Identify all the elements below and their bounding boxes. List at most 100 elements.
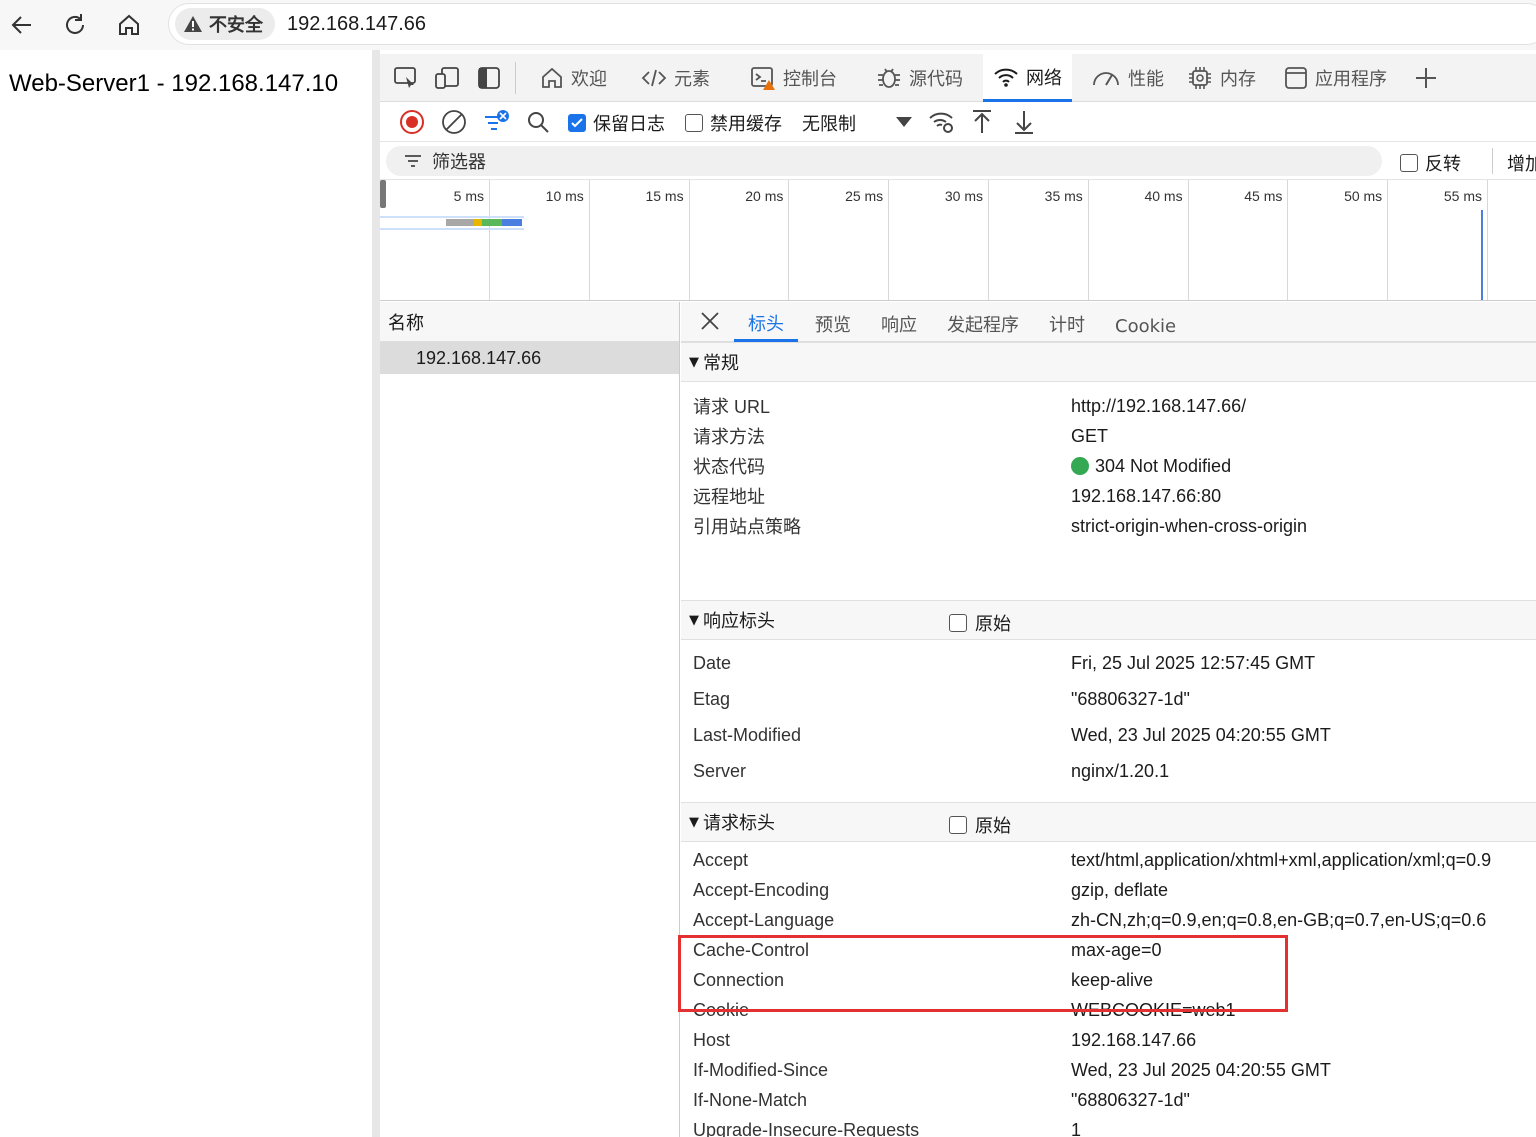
header-value[interactable]: 1 [1071,1120,1081,1137]
preserve-log-checkbox[interactable]: 保留日志 [568,110,665,136]
device-icon [435,67,459,89]
clear-button[interactable] [440,108,468,136]
tab-performance[interactable]: 性能 [1081,54,1174,102]
header-row: Accept-Encoding gzip, deflate [693,875,1168,905]
more-filters-button[interactable]: 增加 [1507,150,1536,176]
header-value[interactable]: keep-alive [1071,970,1153,991]
security-indicator[interactable]: 不安全 [175,8,275,40]
header-row: 请求方法 GET [693,421,1108,451]
network-conditions-button[interactable] [928,108,956,136]
request-raw-checkbox[interactable]: 原始 [949,812,1011,838]
waterfall-ttfb-bar [482,219,502,226]
timeline-gridline [489,180,490,300]
header-value[interactable]: gzip, deflate [1071,880,1168,901]
name-column-header[interactable]: 名称 [380,302,679,342]
header-value[interactable]: Wed, 23 Jul 2025 04:20:55 GMT [1071,1060,1331,1081]
detail-tab-bar: 标头 预览 响应 发起程序 计时 Cookie [681,302,1536,342]
timeline-tick-label: 45 ms [1244,188,1283,204]
export-har-button[interactable] [1010,108,1038,136]
wifi-icon [994,68,1018,87]
timeline-tick-label: 50 ms [1344,188,1383,204]
header-value[interactable]: nginx/1.20.1 [1071,761,1169,782]
disable-cache-checkbox[interactable]: 禁用缓存 [685,110,782,136]
header-row: Etag "68806327-1d" [693,684,1190,714]
header-value[interactable]: Fri, 25 Jul 2025 12:57:45 GMT [1071,653,1315,674]
filter-icon [485,110,509,130]
header-value[interactable]: 192.168.147.66:80 [1071,486,1221,507]
checkbox-unchecked[interactable] [949,816,967,834]
timeline-tick-label: 20 ms [745,188,784,204]
code-icon [641,69,667,87]
request-row[interactable]: 192.168.147.66 [380,342,679,374]
timeline-tick-label: 35 ms [1044,188,1083,204]
back-button[interactable] [4,7,40,43]
search-button[interactable] [524,108,552,136]
header-value[interactable]: "68806327-1d" [1071,1090,1190,1111]
tab-network[interactable]: 网络 [983,54,1072,102]
header-row: 请求 URL http://192.168.147.66/ [693,391,1246,421]
header-value[interactable]: GET [1071,426,1108,447]
checkbox-unchecked[interactable] [685,114,703,132]
device-emulation-button[interactable] [433,64,461,92]
header-value[interactable]: max-age=0 [1071,940,1162,961]
web-page: Web-Server1 - 192.168.147.10 [0,50,372,1137]
general-section-header[interactable]: ▼ 常规 [681,342,1536,382]
header-value[interactable]: 192.168.147.66 [1071,1030,1196,1051]
download-icon [1015,111,1033,134]
checkbox-unchecked[interactable] [949,614,967,632]
tab-elements[interactable]: 元素 [631,54,720,102]
tab-sources[interactable]: 源代码 [866,54,973,102]
address-bar[interactable]: 不安全 192.168.147.66 [168,3,1536,45]
more-tabs-button[interactable] [1412,64,1440,92]
throttling-dropdown[interactable] [890,108,918,136]
tab-response[interactable]: 响应 [881,302,917,342]
record-button[interactable] [398,108,426,136]
header-value[interactable]: strict-origin-when-cross-origin [1071,516,1307,537]
home-icon [119,14,139,35]
tab-welcome[interactable]: 欢迎 [530,54,617,102]
header-key: Host [693,1029,731,1050]
tab-headers[interactable]: 标头 [734,302,798,342]
filter-toggle-button[interactable] [482,108,510,136]
response-raw-checkbox[interactable]: 原始 [949,610,1011,636]
tab-preview[interactable]: 预览 [815,302,851,342]
header-value[interactable]: WEBCOOKIE=web1 [1071,1000,1236,1021]
tab-initiator[interactable]: 发起程序 [947,302,1019,342]
tab-timing[interactable]: 计时 [1049,302,1085,342]
header-value[interactable]: "68806327-1d" [1071,689,1190,710]
tab-memory[interactable]: 内存 [1177,54,1266,102]
header-value[interactable]: text/html,application/xhtml+xml,applicat… [1071,850,1491,871]
reload-button[interactable] [57,7,93,43]
header-value[interactable]: 304 Not Modified [1095,456,1231,477]
header-value[interactable]: http://192.168.147.66/ [1071,396,1246,417]
inspect-element-button[interactable] [392,64,420,92]
response-headers-section-header[interactable]: ▼ 响应标头 原始 [681,600,1536,640]
console-icon [751,67,775,90]
tab-cookies[interactable]: Cookie [1115,302,1176,342]
request-headers-section-header[interactable]: ▼ 请求标头 原始 [681,802,1536,842]
checkbox-unchecked[interactable] [1400,154,1418,172]
filter-input[interactable]: 筛选器 [386,146,1382,176]
import-har-button[interactable] [968,108,996,136]
tab-application[interactable]: 应用程序 [1274,54,1397,102]
close-details-button[interactable] [699,310,721,336]
timeline-gridline [688,180,690,300]
home-button[interactable] [111,7,147,43]
throttling-select[interactable]: 无限制 [802,110,856,136]
header-value[interactable]: zh-CN,zh;q=0.9,en;q=0.8,en-GB;q=0.7,en-U… [1071,910,1486,931]
invert-checkbox[interactable]: 反转 [1400,150,1461,176]
checkbox-checked[interactable] [568,114,586,132]
url-text[interactable]: 192.168.147.66 [287,13,426,36]
dock-side-button[interactable] [475,64,503,92]
header-row: If-None-Match "68806327-1d" [693,1085,1190,1115]
header-key: Accept-Encoding [693,879,830,900]
header-row: Connection keep-alive [693,965,1153,995]
timeline-handle[interactable] [380,180,386,208]
timeline-tick-label: 5 ms [453,188,484,204]
header-row: Host 192.168.147.66 [693,1025,1196,1055]
timeline-gridline [1487,180,1488,300]
header-value[interactable]: Wed, 23 Jul 2025 04:20:55 GMT [1071,725,1331,746]
load-event-line [1481,210,1483,300]
filter-row: 筛选器 反转 增加 [380,142,1536,180]
tab-console[interactable]: 控制台 [740,54,847,102]
